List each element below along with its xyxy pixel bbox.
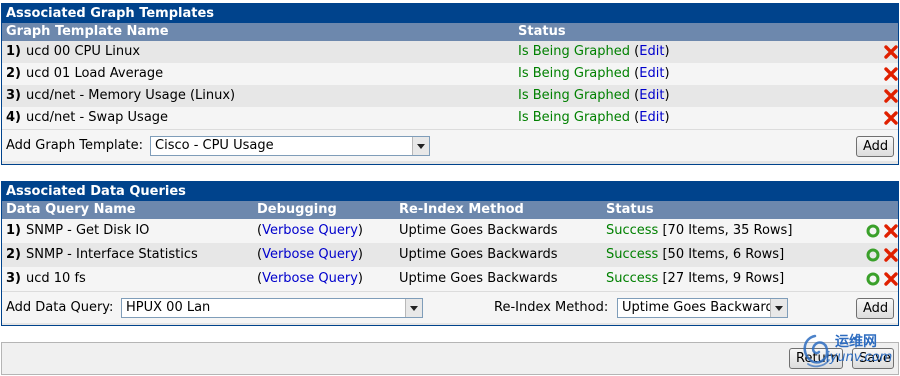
- debugging-cell: (Verbose Query): [257, 247, 363, 262]
- col-data-query-name: Data Query Name: [6, 202, 136, 217]
- graph-status: Is Being Graphed (Edit): [518, 66, 670, 81]
- footer-panel: Return Save: [1, 342, 899, 375]
- edit-link[interactable]: Edit: [639, 66, 664, 81]
- query-status: Success [50 Items, 6 Rows]: [606, 247, 785, 262]
- row-number: 2): [6, 66, 21, 81]
- col-status: Status: [606, 202, 654, 217]
- reindex-method: Uptime Goes Backwards: [399, 223, 558, 238]
- data-queries-title: Associated Data Queries: [2, 182, 898, 201]
- debugging-cell: (Verbose Query): [257, 271, 363, 286]
- col-graph-template-name: Graph Template Name: [6, 24, 169, 39]
- table-row: 3) ucd 10 fs (Verbose Query) Uptime Goes…: [2, 267, 898, 291]
- verbose-query-link[interactable]: Verbose Query: [262, 247, 358, 262]
- graph-template-name: ucd/net - Memory Usage (Linux): [26, 88, 236, 103]
- graph-templates-panel: Associated Graph Templates Graph Templat…: [1, 3, 899, 165]
- reindex-method: Uptime Goes Backwards: [399, 247, 558, 262]
- query-status: Success [70 Items, 35 Rows]: [606, 223, 793, 238]
- row-number: 4): [6, 110, 21, 125]
- verbose-query-link[interactable]: Verbose Query: [262, 271, 358, 286]
- table-row: 4) ucd/net - Swap Usage Is Being Graphed…: [2, 107, 898, 129]
- watermark-text: 运维网: [835, 334, 877, 350]
- query-status: Success [27 Items, 9 Rows]: [606, 271, 785, 286]
- add-graph-template-row: Add Graph Template: Cisco - CPU Usage Ad…: [2, 129, 898, 161]
- watermark-subtext: iyunv.com: [826, 350, 893, 365]
- graph-template-name: ucd 00 CPU Linux: [26, 44, 141, 59]
- row-number: 2): [6, 247, 21, 262]
- delete-icon[interactable]: [884, 45, 898, 59]
- reload-query-icon[interactable]: [866, 224, 880, 238]
- reload-query-icon[interactable]: [866, 248, 880, 262]
- delete-icon[interactable]: [884, 111, 898, 125]
- graph-status: Is Being Graphed (Edit): [518, 88, 670, 103]
- chevron-down-icon: [770, 299, 787, 317]
- delete-icon[interactable]: [884, 248, 898, 262]
- row-number: 1): [6, 44, 21, 59]
- delete-icon[interactable]: [884, 272, 898, 286]
- data-query-name: ucd 10 fs: [26, 271, 86, 286]
- row-number: 3): [6, 271, 21, 286]
- data-query-name: SNMP - Get Disk IO: [26, 223, 150, 238]
- chevron-down-icon: [405, 299, 422, 317]
- graph-status: Is Being Graphed (Edit): [518, 44, 670, 59]
- graph-template-select[interactable]: Cisco - CPU Usage: [150, 136, 430, 156]
- col-status: Status: [518, 24, 566, 39]
- add-graph-template-label: Add Graph Template:: [6, 138, 144, 153]
- table-row: 2) SNMP - Interface Statistics (Verbose …: [2, 243, 898, 267]
- reindex-method-select[interactable]: Uptime Goes Backwards: [617, 298, 788, 318]
- graph-status: Is Being Graphed (Edit): [518, 110, 670, 125]
- delete-icon[interactable]: [884, 67, 898, 81]
- table-row: 3) ucd/net - Memory Usage (Linux) Is Bei…: [2, 85, 898, 107]
- graph-template-name: ucd 01 Load Average: [26, 66, 164, 81]
- edit-link[interactable]: Edit: [639, 110, 664, 125]
- table-row: 2) ucd 01 Load Average Is Being Graphed …: [2, 63, 898, 85]
- data-query-select[interactable]: HPUX 00 Lan: [121, 298, 423, 318]
- table-row: 1) SNMP - Get Disk IO (Verbose Query) Up…: [2, 219, 898, 243]
- row-number: 3): [6, 88, 21, 103]
- add-graph-template-button[interactable]: Add: [856, 136, 894, 157]
- chevron-down-icon: [412, 137, 429, 155]
- graph-template-name: ucd/net - Swap Usage: [26, 110, 169, 125]
- edit-link[interactable]: Edit: [639, 44, 664, 59]
- graph-templates-header-row: Graph Template Name Status: [2, 23, 898, 41]
- delete-icon[interactable]: [884, 224, 898, 238]
- reindex-method-label: Re-Index Method:: [494, 300, 609, 315]
- add-data-query-button[interactable]: Add: [856, 298, 894, 319]
- col-reindex-method: Re-Index Method: [399, 202, 524, 217]
- verbose-query-link[interactable]: Verbose Query: [262, 223, 358, 238]
- col-debugging: Debugging: [257, 202, 337, 217]
- edit-link[interactable]: Edit: [639, 88, 664, 103]
- add-data-query-row: Add Data Query: HPUX 00 Lan Re-Index Met…: [2, 291, 898, 323]
- data-queries-panel: Associated Data Queries Data Query Name …: [1, 181, 899, 326]
- reindex-method: Uptime Goes Backwards: [399, 271, 558, 286]
- reload-query-icon[interactable]: [866, 272, 880, 286]
- row-number: 1): [6, 223, 21, 238]
- graph-templates-title: Associated Graph Templates: [2, 4, 898, 23]
- debugging-cell: (Verbose Query): [257, 223, 363, 238]
- data-query-name: SNMP - Interface Statistics: [26, 247, 198, 262]
- table-row: 1) ucd 00 CPU Linux Is Being Graphed (Ed…: [2, 41, 898, 63]
- delete-icon[interactable]: [884, 89, 898, 103]
- add-data-query-label: Add Data Query:: [6, 300, 114, 315]
- data-queries-header-row: Data Query Name Debugging Re-Index Metho…: [2, 201, 898, 219]
